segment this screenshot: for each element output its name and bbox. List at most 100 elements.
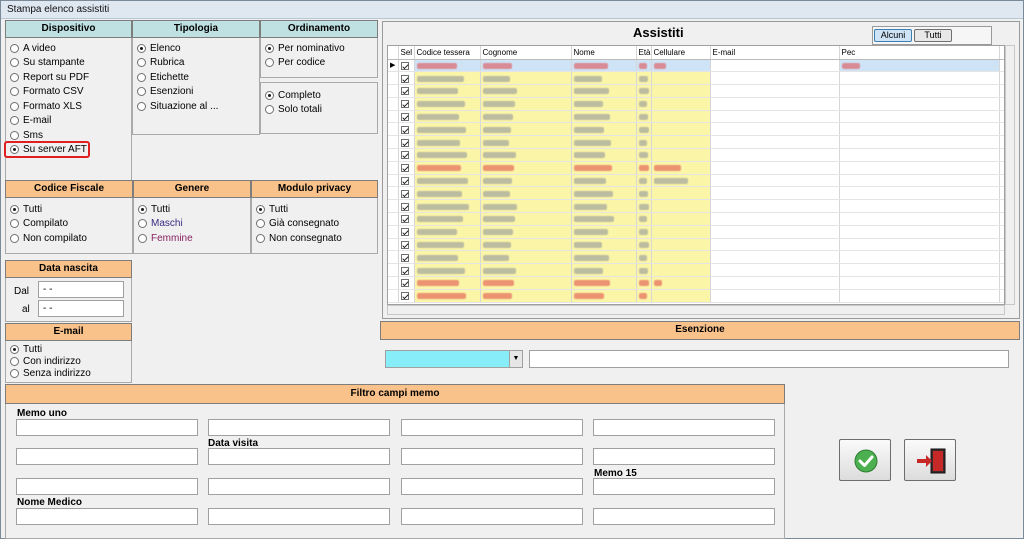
select-checkbox-cell[interactable] — [398, 97, 415, 111]
checkbox[interactable] — [400, 138, 409, 147]
table-row[interactable] — [388, 199, 1004, 214]
radio-button[interactable] — [137, 87, 146, 97]
column-header[interactable]: Sel — [398, 46, 415, 60]
vertical-scrollbar[interactable] — [1005, 45, 1015, 305]
checkbox[interactable] — [400, 215, 409, 224]
memo-field-input[interactable] — [16, 478, 198, 495]
dispositivo-option[interactable]: E-mail — [6, 114, 131, 129]
modulo-privacy-option[interactable]: Tutti — [252, 202, 377, 217]
al-date-input[interactable]: - - — [38, 300, 124, 317]
radio-button[interactable] — [138, 204, 147, 214]
chevron-down-icon[interactable]: ▼ — [509, 351, 522, 367]
confirm-button[interactable] — [839, 439, 891, 481]
memo-field-input[interactable] — [208, 448, 390, 465]
radio-button[interactable] — [265, 43, 274, 53]
select-checkbox-cell[interactable] — [398, 276, 415, 290]
table-row[interactable] — [388, 250, 1004, 265]
radio-button[interactable] — [10, 368, 19, 378]
column-header[interactable]: Cellulare — [651, 46, 711, 60]
email-option[interactable]: Senza indirizzo — [6, 367, 131, 379]
ordinamento-option[interactable]: Per codice — [261, 56, 377, 71]
dispositivo-option[interactable]: Formato XLS — [6, 99, 131, 114]
memo-field-input[interactable] — [401, 419, 583, 436]
genere-option[interactable]: Femmine — [134, 231, 250, 246]
checkbox[interactable] — [400, 240, 409, 249]
ordinamento-totali-option[interactable]: Solo totali — [261, 103, 377, 118]
column-header[interactable]: Nome — [571, 46, 637, 60]
memo-field-input[interactable] — [593, 448, 775, 465]
codice-fiscale-option[interactable]: Tutti — [6, 202, 132, 217]
exit-button[interactable] — [904, 439, 956, 481]
radio-button[interactable] — [265, 105, 274, 115]
memo-field-input[interactable] — [16, 448, 198, 465]
checkbox[interactable] — [400, 253, 409, 262]
memo-field-input[interactable] — [401, 478, 583, 495]
select-checkbox-cell[interactable] — [398, 71, 415, 86]
radio-button[interactable] — [265, 58, 274, 68]
memo-field-input[interactable] — [208, 508, 390, 525]
checkbox[interactable] — [400, 100, 409, 109]
table-row[interactable] — [388, 225, 1004, 239]
horizontal-scrollbar[interactable] — [387, 305, 1005, 315]
radio-button[interactable] — [10, 344, 19, 354]
select-checkbox-cell[interactable] — [398, 186, 415, 201]
table-row[interactable]: ▶ — [388, 59, 1004, 73]
tipologia-option[interactable]: Situazione al ... — [133, 99, 259, 114]
select-checkbox-cell[interactable] — [398, 59, 415, 73]
memo-field-input[interactable] — [401, 448, 583, 465]
tipologia-option[interactable]: Elenco — [133, 41, 259, 56]
checkbox[interactable] — [400, 176, 409, 185]
checkbox[interactable] — [400, 87, 409, 96]
table-row[interactable] — [388, 263, 1004, 278]
table-row[interactable] — [388, 110, 1004, 124]
radio-button[interactable] — [137, 72, 146, 82]
table-row[interactable] — [388, 122, 1004, 137]
radio-button[interactable] — [137, 43, 146, 53]
select-checkbox-cell[interactable] — [398, 148, 415, 162]
checkbox[interactable] — [400, 292, 409, 301]
email-option[interactable]: Tutti — [6, 343, 131, 355]
checkbox[interactable] — [400, 266, 409, 275]
select-checkbox-cell[interactable] — [398, 110, 415, 124]
genere-option[interactable]: Maschi — [134, 217, 250, 232]
radio-button[interactable] — [138, 219, 147, 229]
esenzione-text-input[interactable] — [529, 350, 1009, 368]
checkbox[interactable] — [400, 228, 409, 237]
tipologia-option[interactable]: Esenzioni — [133, 85, 259, 100]
codice-fiscale-option[interactable]: Compilato — [6, 217, 132, 232]
checkbox[interactable] — [400, 164, 409, 173]
select-checkbox-cell[interactable] — [398, 135, 415, 150]
alcuni-button[interactable]: Alcuni — [874, 29, 912, 42]
select-checkbox-cell[interactable] — [398, 174, 415, 188]
column-header[interactable]: Cognome — [480, 46, 572, 60]
radio-button[interactable] — [256, 219, 265, 229]
tipologia-option[interactable]: Rubrica — [133, 56, 259, 71]
radio-button[interactable] — [10, 101, 19, 111]
checkbox[interactable] — [400, 74, 409, 83]
tutti-button[interactable]: Tutti — [914, 29, 952, 42]
memo-field-input[interactable] — [593, 478, 775, 495]
assistiti-grid[interactable]: Sel Codice tessera Cognome Nome Età Cellulare… — [387, 45, 1005, 305]
table-row[interactable] — [388, 135, 1004, 150]
tipologia-option[interactable]: Etichette — [133, 70, 259, 85]
select-checkbox-cell[interactable] — [398, 238, 415, 252]
radio-button[interactable] — [137, 101, 146, 111]
radio-button[interactable] — [10, 130, 19, 140]
modulo-privacy-option[interactable]: Già consegnato — [252, 217, 377, 232]
table-row[interactable] — [388, 174, 1004, 188]
radio-button[interactable] — [10, 204, 19, 214]
checkbox[interactable] — [400, 279, 409, 288]
select-checkbox-cell[interactable] — [398, 225, 415, 239]
checkbox[interactable] — [400, 189, 409, 198]
radio-button[interactable] — [10, 219, 19, 229]
table-row[interactable] — [388, 212, 1004, 226]
table-row[interactable] — [388, 186, 1004, 201]
radio-button[interactable] — [10, 43, 19, 53]
column-header[interactable]: Età — [636, 46, 652, 60]
select-checkbox-cell[interactable] — [398, 289, 415, 303]
radio-button[interactable] — [10, 72, 19, 82]
memo-field-input[interactable] — [593, 508, 775, 525]
dispositivo-option[interactable]: Formato CSV — [6, 85, 131, 100]
table-row[interactable] — [388, 84, 1004, 98]
esenzione-combo[interactable] — [385, 350, 523, 368]
